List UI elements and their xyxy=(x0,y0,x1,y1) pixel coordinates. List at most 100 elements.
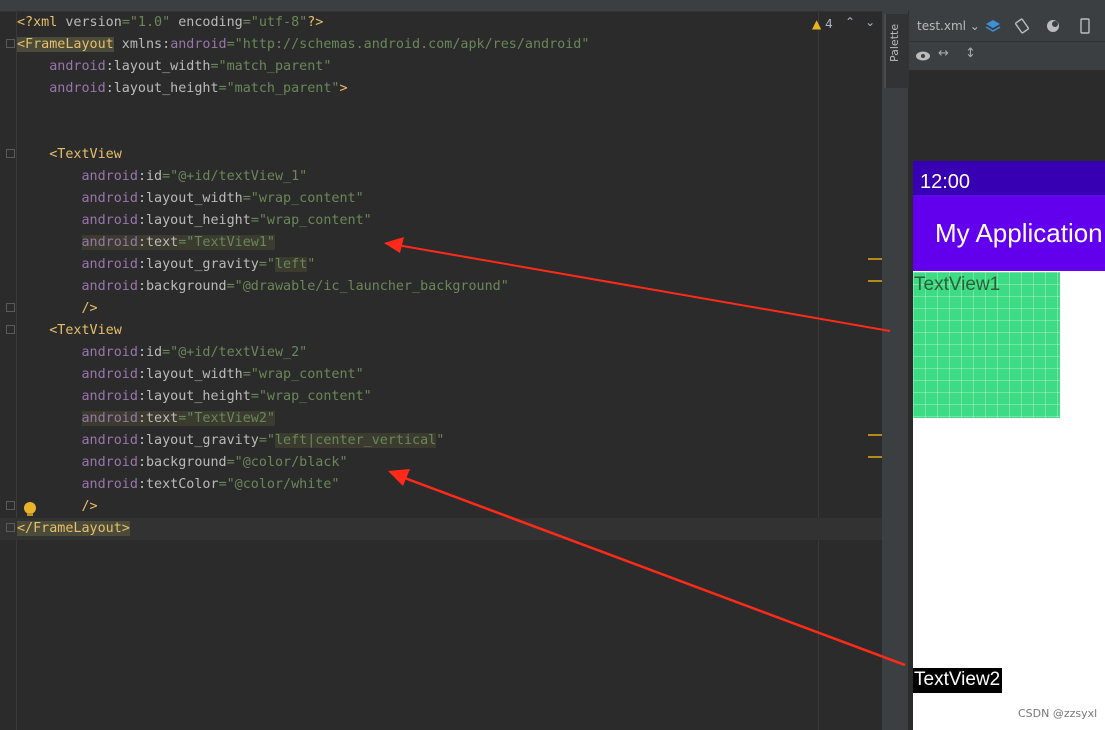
code-line[interactable]: android:text="TextView1" xyxy=(17,232,882,254)
code-line[interactable]: <TextView xyxy=(17,320,882,342)
device-preview[interactable]: 12:00 My Application TextView1 TextView2 xyxy=(913,161,1105,730)
fold-marker[interactable] xyxy=(6,303,15,312)
lightbulb-icon[interactable] xyxy=(24,502,36,516)
code-token: left|center_vertical xyxy=(275,433,437,448)
code-token: android xyxy=(81,411,138,426)
code-line[interactable]: android:layout_width="wrap_content" xyxy=(17,188,882,210)
code-line[interactable]: android:textColor="@color/white" xyxy=(17,474,882,496)
code-line[interactable]: /> xyxy=(17,496,882,518)
code-line[interactable]: <FrameLayout xmlns:android="http://schem… xyxy=(17,34,882,56)
textview-1-preview[interactable]: TextView1 xyxy=(913,272,1060,418)
warning-stripe[interactable] xyxy=(868,258,882,260)
code-line[interactable]: android:layout_height="match_parent"> xyxy=(17,78,882,100)
warning-stripe[interactable] xyxy=(868,280,882,282)
code-token: android xyxy=(81,279,138,294)
code-line[interactable]: <TextView xyxy=(17,144,882,166)
design-toolbar: test.xml ⌄ xyxy=(909,11,1105,42)
chevron-up-icon[interactable]: ⌃ xyxy=(845,15,865,29)
warnings-count: 4 xyxy=(825,17,833,31)
code-line[interactable]: android:background="@color/black" xyxy=(17,452,882,474)
code-token: =" xyxy=(258,433,275,448)
code-token: :background xyxy=(137,455,227,470)
code-token: ="TextView2" xyxy=(178,411,275,426)
fold-marker[interactable] xyxy=(6,325,15,334)
warning-stripe[interactable] xyxy=(868,434,882,436)
fold-marker[interactable] xyxy=(6,501,15,510)
textview-2-preview[interactable]: TextView2 xyxy=(913,668,1003,693)
code-token: android xyxy=(81,389,138,404)
code-line[interactable]: android:background="@drawable/ic_launche… xyxy=(17,276,882,298)
code-token: ="TextView1" xyxy=(178,235,275,250)
code-token: ="match_parent" xyxy=(218,81,340,96)
code-token: android xyxy=(81,477,138,492)
status-time: 12:00 xyxy=(920,171,971,193)
layers-icon[interactable] xyxy=(985,18,1001,34)
code-token: android xyxy=(170,37,227,52)
code-token: xmlns: xyxy=(113,37,171,52)
rotate-icon[interactable] xyxy=(1014,18,1030,34)
code-line[interactable] xyxy=(17,100,882,122)
code-token: android xyxy=(81,257,138,272)
code-line[interactable]: android:layout_height="wrap_content" xyxy=(17,386,882,408)
fold-marker[interactable] xyxy=(6,39,15,48)
device-icon[interactable] xyxy=(1077,18,1093,34)
vertical-resize-icon[interactable]: ↕ xyxy=(965,46,976,61)
code-token: android xyxy=(81,191,138,206)
code-token: android xyxy=(81,433,138,448)
file-selector[interactable]: test.xml ⌄ xyxy=(917,19,980,33)
code-line[interactable]: android:layout_width="wrap_content" xyxy=(17,364,882,386)
code-line[interactable]: </FrameLayout> xyxy=(0,518,882,540)
code-token: :layout_gravity xyxy=(137,433,259,448)
code-token: :layout_height xyxy=(137,389,251,404)
code-token: ?> xyxy=(307,15,324,30)
fold-marker[interactable] xyxy=(6,149,15,158)
code-token: /> xyxy=(81,301,98,316)
fold-marker[interactable] xyxy=(6,523,15,532)
code-token: android xyxy=(81,455,138,470)
design-toolbar-secondary: ↔ ↕ xyxy=(909,42,1105,70)
code-line[interactable]: android:id="@+id/textView_1" xyxy=(17,166,882,188)
horizontal-resize-icon[interactable]: ↔ xyxy=(938,46,949,61)
code-token: ="@+id/textView_2" xyxy=(162,345,308,360)
warnings-indicator[interactable]: ▲ 4 xyxy=(812,17,833,31)
code-token: " xyxy=(307,257,316,272)
code-line[interactable]: android:layout_gravity="left" xyxy=(17,254,882,276)
eye-icon[interactable] xyxy=(915,49,931,63)
code-token: :layout_width xyxy=(137,191,243,206)
code-line[interactable] xyxy=(17,122,882,144)
code-token: :text xyxy=(137,411,179,426)
code-token: ="wrap_content" xyxy=(250,213,372,228)
code-token: :layout_width xyxy=(105,59,211,74)
code-line[interactable]: android:id="@+id/textView_2" xyxy=(17,342,882,364)
code-token: left xyxy=(275,257,308,272)
code-token: :layout_width xyxy=(137,367,243,382)
code-token: version xyxy=(65,15,122,30)
code-token: encoding xyxy=(178,15,243,30)
code-token: " xyxy=(436,433,445,448)
code-line[interactable]: android:text="TextView2" xyxy=(17,408,882,430)
code-token: > xyxy=(339,81,348,96)
code-line[interactable]: android:layout_width="match_parent" xyxy=(17,56,882,78)
code-line[interactable]: android:layout_gravity="left|center_vert… xyxy=(17,430,882,452)
warning-stripe[interactable] xyxy=(868,456,882,458)
code-lines[interactable]: <?xml version="1.0" encoding="utf-8"?> <F… xyxy=(0,12,882,540)
theme-icon[interactable] xyxy=(1045,18,1061,34)
code-token: android xyxy=(49,81,106,96)
code-token: :layout_height xyxy=(105,81,219,96)
code-line[interactable]: <?xml version="1.0" encoding="utf-8"?> xyxy=(17,12,882,34)
code-token: <?xml xyxy=(17,15,66,30)
app-bar: My Application xyxy=(913,195,1105,271)
code-line[interactable]: android:layout_height="wrap_content" xyxy=(17,210,882,232)
code-token: ="1.0" xyxy=(121,15,179,30)
code-token: ="@drawable/ic_launcher_background" xyxy=(226,279,509,294)
highlight-navigation[interactable]: ⌃⌄ xyxy=(845,15,885,29)
code-editor[interactable]: <?xml version="1.0" encoding="utf-8"?> <F… xyxy=(0,0,882,730)
code-line[interactable]: /> xyxy=(17,298,882,320)
